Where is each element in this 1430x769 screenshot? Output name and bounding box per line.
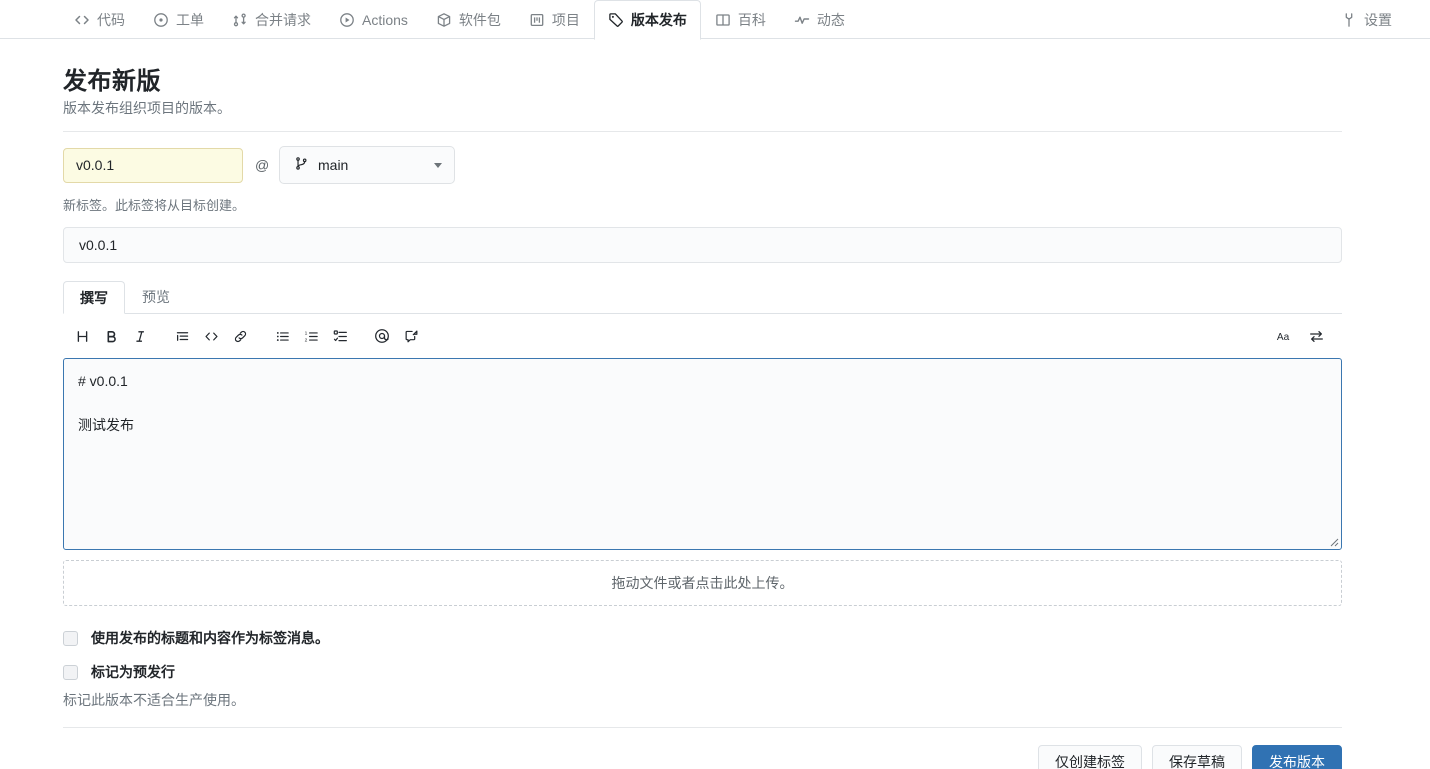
font-size-icon[interactable]: Aa — [1274, 323, 1300, 349]
svg-text:Aa: Aa — [1277, 332, 1290, 343]
cross-reference-icon[interactable] — [398, 323, 424, 349]
primary-navigation: 代码 工单 合并请求 Actions 软件包 项目 版本发布 百科 动态 设置 — [0, 0, 1430, 40]
link-icon[interactable] — [227, 323, 253, 349]
nav-item-packages[interactable]: 软件包 — [422, 0, 515, 39]
editor-tabs: 撰写 预览 — [63, 281, 1342, 314]
at-separator: @ — [255, 157, 270, 173]
nav-item-issues[interactable]: 工单 — [139, 0, 218, 39]
nav-item-releases[interactable]: 版本发布 — [593, 0, 701, 40]
nav-item-pull-requests[interactable]: 合并请求 — [218, 0, 325, 39]
tag-target-row: @ main — [63, 146, 1370, 184]
release-title-input[interactable] — [63, 227, 1342, 263]
option-use-title-as-tag-message[interactable]: 使用发布的标题和内容作为标签消息。 — [63, 628, 1370, 648]
pull-request-icon — [232, 12, 248, 28]
tab-preview-label: 预览 — [142, 289, 170, 305]
git-branch-icon — [294, 156, 309, 174]
file-dropzone-label: 拖动文件或者点击此处上传。 — [611, 575, 794, 591]
task-list-icon[interactable] — [327, 323, 353, 349]
heading-icon[interactable] — [69, 323, 95, 349]
header-divider — [63, 131, 1342, 132]
nav-item-label: Actions — [362, 12, 408, 28]
page-title: 发布新版 — [63, 68, 161, 95]
tag-name-input[interactable] — [63, 147, 243, 183]
nav-items: 代码 工单 合并请求 Actions 软件包 项目 版本发布 百科 动态 — [60, 0, 859, 40]
nav-item-label: 合并请求 — [255, 12, 311, 28]
nav-item-label: 软件包 — [458, 12, 501, 28]
play-circle-icon — [339, 12, 355, 28]
italic-icon[interactable] — [127, 323, 153, 349]
nav-item-code[interactable]: 代码 — [60, 0, 139, 39]
markdown-textarea-wrapper: # v0.0.1 测试发布 — [63, 358, 1342, 550]
nav-item-activity[interactable]: 动态 — [780, 0, 859, 39]
branch-select-value: main — [318, 157, 349, 173]
publish-release-button[interactable]: 发布版本 — [1252, 745, 1342, 769]
wrench-icon — [1341, 12, 1357, 28]
nav-item-projects[interactable]: 项目 — [515, 0, 594, 39]
nav-item-label: 项目 — [551, 12, 580, 28]
mention-icon[interactable] — [369, 323, 395, 349]
option-label[interactable]: 使用发布的标题和内容作为标签消息。 — [91, 628, 329, 648]
tab-preview[interactable]: 预览 — [125, 281, 187, 313]
release-options: 使用发布的标题和内容作为标签消息。 标记为预发行 标记此版本不适合生产使用。 — [63, 628, 1370, 710]
save-draft-button[interactable]: 保存草稿 — [1152, 745, 1242, 769]
tag-icon — [608, 12, 624, 28]
option-label[interactable]: 标记为预发行 — [91, 662, 175, 682]
nav-item-label: 代码 — [97, 12, 125, 28]
prerelease-help-text: 标记此版本不适合生产使用。 — [63, 692, 245, 708]
code-icon — [74, 12, 90, 28]
form-actions: 仅创建标签 保存草稿 发布版本 — [63, 728, 1342, 769]
markdown-editor: 撰写 预览 1 2 Aa # v0.0.1 测试发布 拖动文件或者点击此处上传。 — [63, 281, 1342, 606]
issue-icon — [153, 12, 169, 28]
tag-helper-text: 新标签。此标签将从目标创建。 — [63, 198, 246, 213]
page-subtitle: 版本发布组织项目的版本。 — [63, 100, 231, 116]
branch-select[interactable]: main — [279, 146, 455, 184]
package-icon — [436, 12, 452, 28]
tab-write-label: 撰写 — [80, 290, 108, 306]
file-dropzone[interactable]: 拖动文件或者点击此处上传。 — [63, 560, 1342, 606]
release-body-textarea[interactable]: # v0.0.1 测试发布 — [63, 358, 1342, 550]
editor-toolbar: 12 Aa — [63, 314, 1342, 358]
chevron-down-icon — [434, 162, 442, 168]
checkbox[interactable] — [63, 630, 78, 646]
ordered-list-icon[interactable]: 12 — [298, 323, 324, 349]
nav-item-label: 版本发布 — [630, 12, 687, 28]
project-icon — [529, 12, 545, 28]
book-icon — [715, 12, 731, 28]
bold-icon[interactable] — [98, 323, 124, 349]
nav-item-actions[interactable]: Actions — [325, 0, 422, 39]
nav-item-label: 工单 — [176, 12, 204, 28]
release-form-page: 发布新版 版本发布组织项目的版本。 @ main 新标签。此标签将从目标创建。 … — [0, 39, 1430, 769]
nav-item-wiki[interactable]: 百科 — [701, 0, 780, 39]
create-tag-only-button[interactable]: 仅创建标签 — [1038, 745, 1142, 769]
tab-write[interactable]: 撰写 — [63, 281, 125, 314]
checkbox[interactable] — [63, 664, 78, 680]
code-icon[interactable] — [198, 323, 224, 349]
unordered-list-icon[interactable] — [269, 323, 295, 349]
nav-item-settings[interactable]: 设置 — [1327, 0, 1406, 39]
nav-item-label: 百科 — [737, 12, 766, 28]
svg-text:1: 1 — [304, 330, 307, 336]
activity-icon — [794, 12, 810, 28]
quote-icon[interactable] — [169, 323, 195, 349]
switch-editor-icon[interactable] — [1303, 323, 1329, 349]
nav-item-label: 设置 — [1364, 12, 1392, 28]
option-mark-prerelease[interactable]: 标记为预发行 — [63, 662, 1370, 682]
svg-text:2: 2 — [304, 337, 307, 343]
nav-item-label: 动态 — [816, 12, 845, 28]
